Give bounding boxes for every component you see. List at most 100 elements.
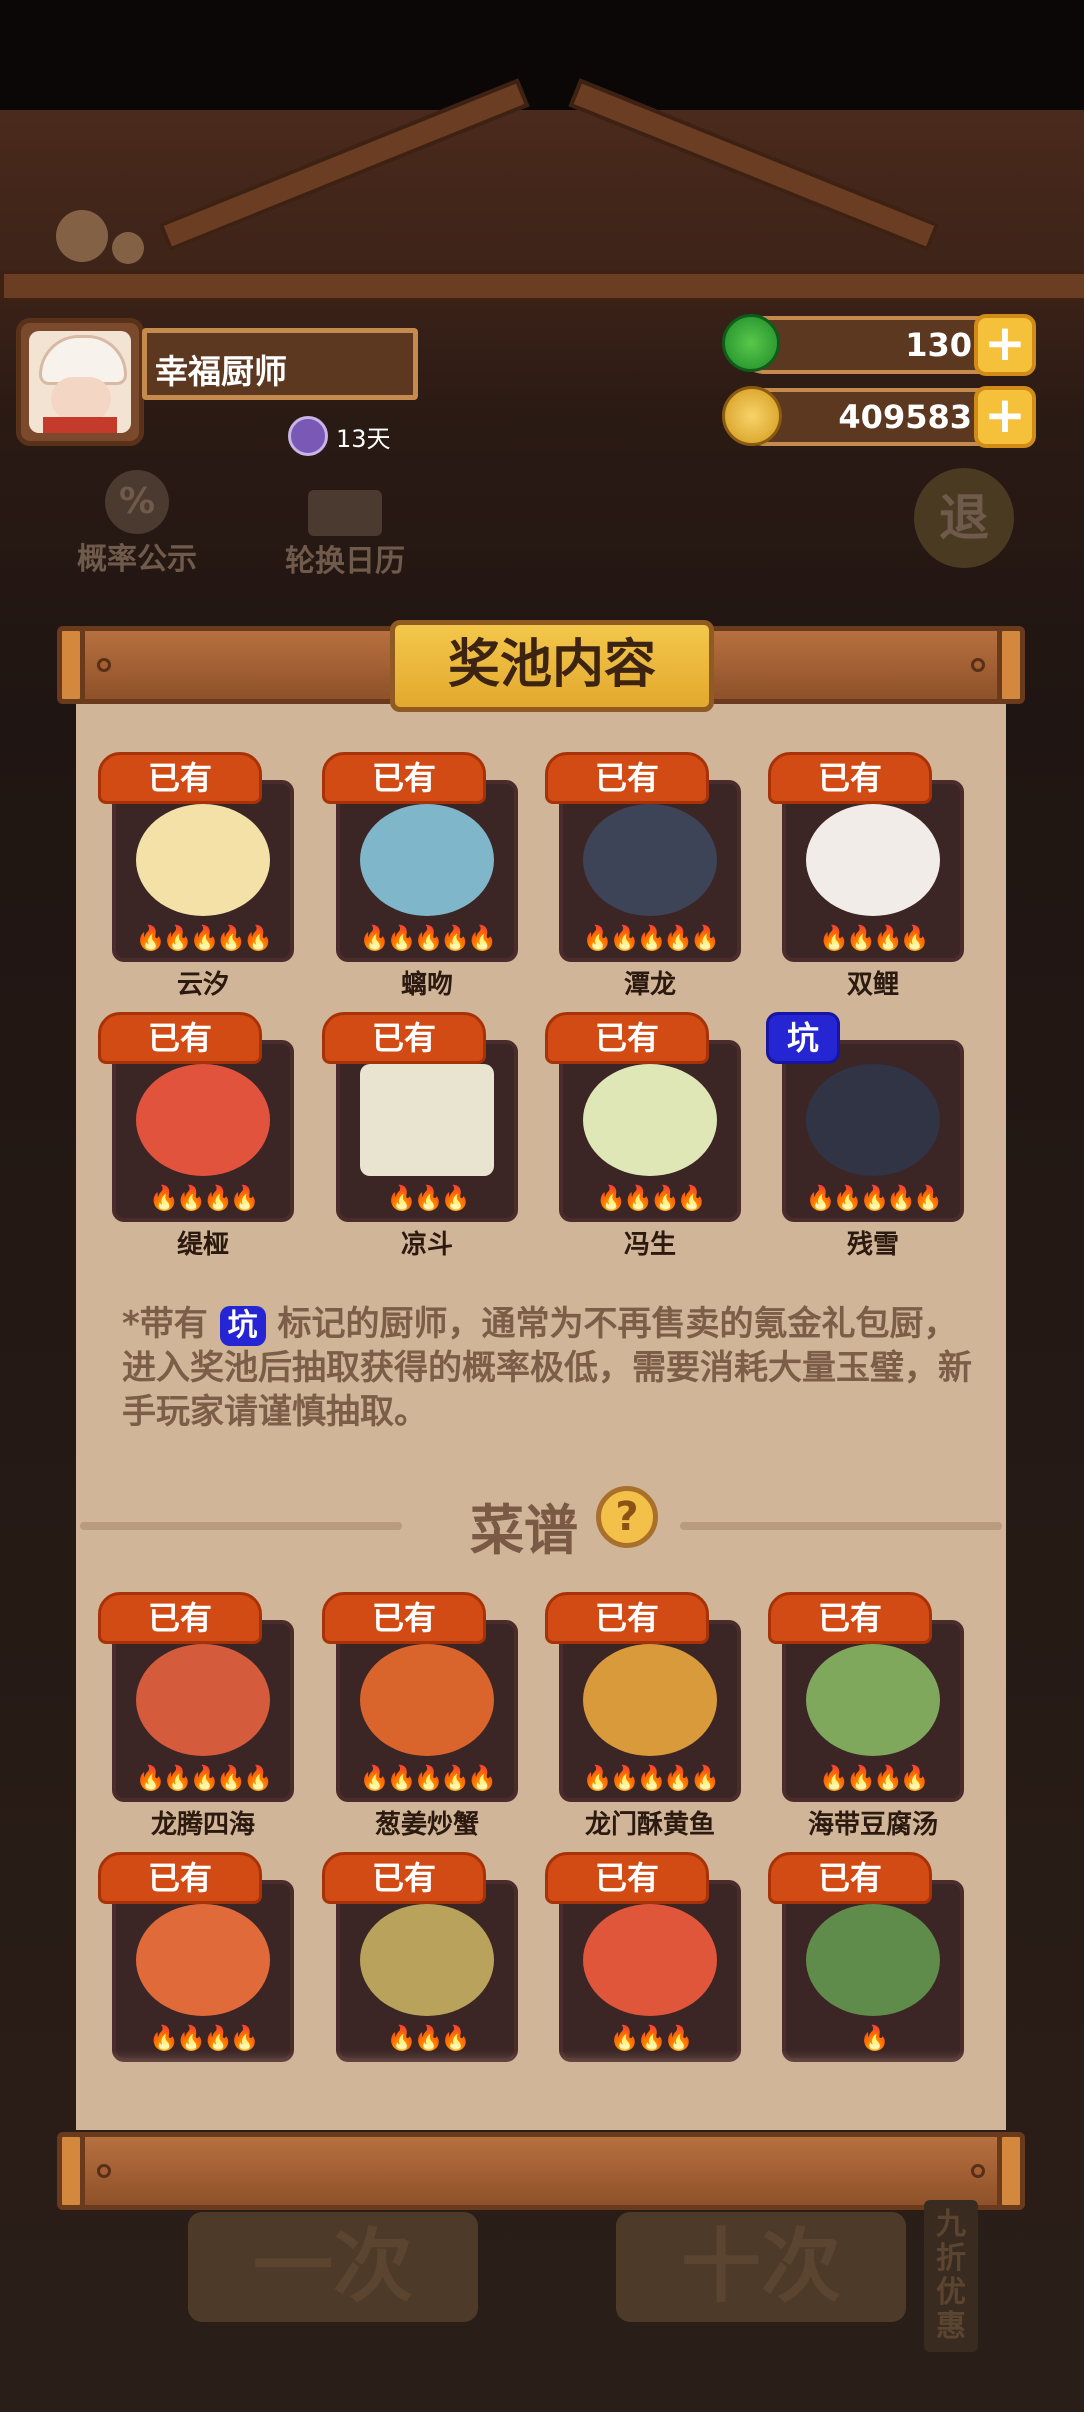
recipe-card[interactable]: 🔥🔥🔥🔥🔥 已有 龙门酥黄鱼 [545,1592,741,1840]
recipe-card[interactable]: 🔥🔥🔥🔥 已有 海带豆腐汤 [768,1592,964,1840]
chef-name: 双鲤 [846,970,899,1000]
probability-button[interactable]: % 概率公示 [62,470,212,578]
chef-name: 缇桠 [176,1230,229,1260]
player-name: 幸福厨师 [142,328,418,400]
rarity-flames: 🔥🔥🔥🔥 [819,924,930,952]
owned-tag: 已有 [545,1592,709,1644]
dish-image [136,1644,270,1756]
owned-tag: 已有 [322,1852,486,1904]
percent-icon: % [105,470,169,534]
coin-amount: 409583 [838,398,972,436]
jade-amount: 130 [905,326,972,364]
chef-card[interactable]: 🔥🔥🔥🔥 已有 冯生 [545,1012,741,1260]
owned-tag: 已有 [768,1592,932,1644]
recipe-image-frame: 🔥 [782,1880,964,2062]
owned-tag: 已有 [545,1012,709,1064]
recipe-card[interactable]: 🔥🔥🔥🔥🔥 已有 葱姜炒蟹 [322,1592,518,1840]
rarity-flames: 🔥🔥🔥🔥🔥 [805,1184,943,1212]
recipe-image-frame: 🔥🔥🔥🔥🔥 [559,1620,741,1802]
chef-portrait-frame: 🔥🔥🔥🔥🔥 [112,780,294,962]
chef-portrait [583,1064,717,1176]
chef-portrait [360,804,494,916]
dish-image [360,1904,494,2016]
chef-name: 潭龙 [623,970,676,1000]
rarity-flames: 🔥 [859,2024,890,2052]
chef-card[interactable]: 🔥🔥🔥🔥 已有 双鲤 [768,752,964,1000]
owned-tag: 已有 [545,1852,709,1904]
chef-card[interactable]: 🔥🔥🔥🔥🔥 坑 残雪 [766,1012,964,1260]
chef-portrait [806,1064,940,1176]
recipe-name: 龙腾四海 [150,1810,255,1840]
owned-tag: 已有 [322,1012,486,1064]
recipe-name: 海带豆腐汤 [807,1810,938,1840]
ceiling-beam [0,270,1084,302]
rarity-flames: 🔥🔥🔥 [609,2024,694,2052]
chef-portrait [583,804,717,916]
chef-portrait-frame: 🔥🔥🔥🔥 [112,1040,294,1222]
rarity-flames: 🔥🔥🔥🔥🔥 [359,924,497,952]
scroll-fade [76,2050,1006,2130]
rarity-flames: 🔥🔥🔥🔥 [596,1184,707,1212]
recipe-name: 龙门酥黄鱼 [584,1810,715,1840]
chef-portrait [806,804,940,916]
chef-portrait-frame: 🔥🔥🔥🔥 [782,780,964,962]
chef-card[interactable]: 🔥🔥🔥 已有 凉斗 [322,1012,518,1260]
chef-portrait [136,1064,270,1176]
chef-name: 云汐 [176,970,229,1000]
help-icon[interactable]: ? [596,1486,658,1548]
recipe-name: 葱姜炒蟹 [374,1810,479,1840]
owned-tag: 已有 [545,752,709,804]
chef-portrait [360,1064,494,1176]
recipe-image-frame: 🔥🔥🔥🔥🔥 [336,1620,518,1802]
calendar-icon [308,490,382,536]
owned-tag: 已有 [98,752,262,804]
chef-name: 凉斗 [400,1230,453,1260]
discount-badge: 九折优惠 [924,2200,978,2352]
chef-portrait-frame: 🔥🔥🔥🔥🔥 [782,1040,964,1222]
exit-button[interactable]: 退 [914,468,1014,568]
rarity-flames: 🔥🔥🔥🔥 [149,1184,260,1212]
recipe-image-frame: 🔥🔥🔥 [336,1880,518,2062]
scroll-bottom-roller [57,2132,1025,2210]
avatar[interactable] [16,318,144,446]
recipe-image-frame: 🔥🔥🔥 [559,1880,741,2062]
note-prefix: *带有 [122,1304,208,1344]
chef-portrait-frame: 🔥🔥🔥 [336,1040,518,1222]
owned-tag: 已有 [322,752,486,804]
section-divider [680,1522,1002,1530]
draw-once-button[interactable]: 一次 [188,2212,478,2322]
rarity-flames: 🔥🔥🔥🔥🔥 [582,924,720,952]
badge-icon [288,416,328,456]
vip-badge[interactable]: 13天 [288,414,391,458]
rarity-flames: 🔥🔥🔥 [386,2024,471,2052]
rarity-flames: 🔥🔥🔥🔥🔥 [135,924,273,952]
pit-warning-note: *带有 坑 标记的厨师，通常为不再售卖的氪金礼包厨，进入奖池后抽取获得的概率极低… [122,1302,972,1434]
coin-icon [722,386,782,446]
panel-title: 奖池内容 [390,620,714,712]
chef-card[interactable]: 🔥🔥🔥🔥🔥 已有 云汐 [98,752,294,1000]
dish-image [136,1904,270,2016]
owned-tag: 已有 [98,1592,262,1644]
recipes-title: 菜谱 [470,1499,578,1562]
rotation-label: 轮换日历 [285,544,405,579]
rarity-flames: 🔥🔥🔥🔥🔥 [135,1764,273,1792]
chef-card[interactable]: 🔥🔥🔥🔥🔥 已有 潭龙 [545,752,741,1000]
chick-decoration [112,232,144,264]
chef-card[interactable]: 🔥🔥🔥🔥🔥 已有 螭吻 [322,752,518,1000]
chef-card[interactable]: 🔥🔥🔥🔥 已有 缇桠 [98,1012,294,1260]
chef-portrait-frame: 🔥🔥🔥🔥 [559,1040,741,1222]
add-coin-button[interactable]: + [974,386,1036,448]
chef-portrait-frame: 🔥🔥🔥🔥🔥 [559,780,741,962]
chef-portrait [136,804,270,916]
chef-name: 残雪 [846,1230,899,1260]
note-pit-tag: 坑 [219,1306,266,1346]
rotation-calendar-button[interactable]: 轮换日历 [270,490,420,580]
rarity-flames: 🔥🔥🔥 [386,1184,471,1212]
add-jade-button[interactable]: + [974,314,1036,376]
draw-ten-button[interactable]: 十次 [616,2212,906,2322]
chef-name: 冯生 [623,1230,676,1260]
recipe-card[interactable]: 🔥🔥🔥🔥🔥 已有 龙腾四海 [98,1592,294,1840]
owned-tag: 已有 [322,1592,486,1644]
recipe-image-frame: 🔥🔥🔥🔥 [782,1620,964,1802]
section-divider [80,1522,402,1530]
